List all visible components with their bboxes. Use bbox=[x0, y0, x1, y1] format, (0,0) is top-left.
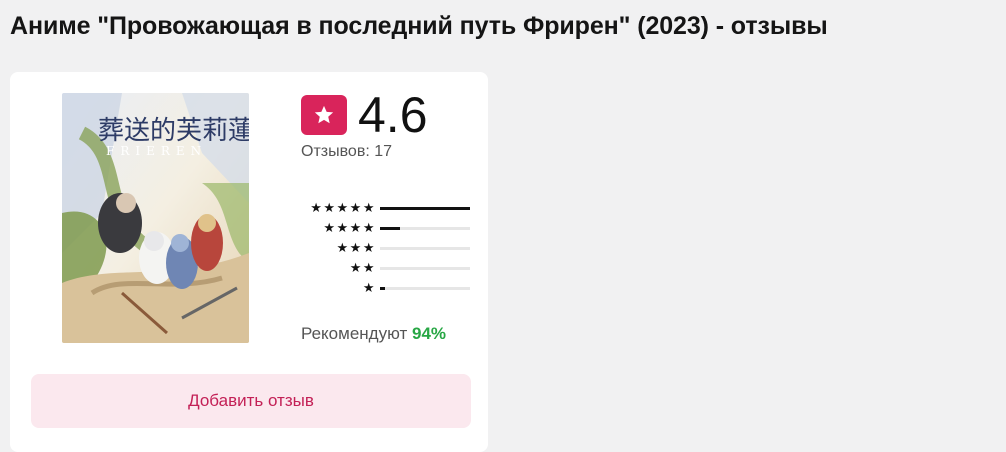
distribution-row-3[interactable]: ★★★ bbox=[298, 238, 473, 258]
page-title: Аниме "Провожающая в последний путь Фрир… bbox=[10, 12, 828, 40]
bar-fill bbox=[380, 226, 400, 230]
distribution-row-1[interactable]: ★ bbox=[298, 278, 473, 298]
anime-poster[interactable]: 葬送的芙莉蓮 FRIEREN bbox=[62, 93, 249, 343]
distribution-bar bbox=[380, 226, 470, 230]
distribution-row-5[interactable]: ★★★★★ bbox=[298, 198, 473, 218]
star-icon bbox=[314, 105, 334, 124]
stars-label: ★★★★★ bbox=[310, 200, 376, 215]
stars-label: ★★★★ bbox=[323, 220, 376, 235]
reviews-count[interactable]: Отзывов: 17 bbox=[301, 143, 392, 161]
distribution-bar bbox=[380, 286, 470, 290]
stars-label: ★★ bbox=[349, 260, 376, 275]
distribution-row-4[interactable]: ★★★★ bbox=[298, 218, 473, 238]
recommend-label: Рекомендуют bbox=[301, 324, 408, 343]
poster-title-latin: FRIEREN bbox=[106, 144, 207, 158]
bar-fill bbox=[380, 286, 386, 290]
distribution-bar bbox=[380, 246, 470, 250]
reviews-label: Отзывов: bbox=[301, 143, 370, 160]
rating-card: 葬送的芙莉蓮 FRIEREN 4.6 Отзывов: 17 ★★★★★ ★★★… bbox=[10, 72, 488, 452]
rating-summary: 4.6 bbox=[301, 90, 428, 140]
add-review-button[interactable]: Добавить отзыв bbox=[31, 374, 471, 428]
stars-label: ★ bbox=[362, 280, 376, 295]
bar-fill bbox=[380, 206, 470, 210]
distribution-bar bbox=[380, 206, 470, 210]
star-badge bbox=[301, 95, 347, 135]
anime-poster-image: 葬送的芙莉蓮 FRIEREN bbox=[62, 93, 249, 343]
reviews-number: 17 bbox=[374, 143, 393, 160]
poster-title-jp: 葬送的芙莉蓮 bbox=[98, 116, 249, 146]
recommend-percent: 94% bbox=[411, 324, 447, 343]
distribution-row-2[interactable]: ★★ bbox=[298, 258, 473, 278]
rating-distribution: ★★★★★ ★★★★ ★★★ ★★ ★ bbox=[298, 198, 473, 298]
rating-value: 4.6 bbox=[358, 87, 428, 143]
distribution-bar bbox=[380, 266, 470, 270]
recommend-line: Рекомендуют 94% bbox=[301, 324, 446, 344]
stars-label: ★★★ bbox=[336, 240, 376, 255]
